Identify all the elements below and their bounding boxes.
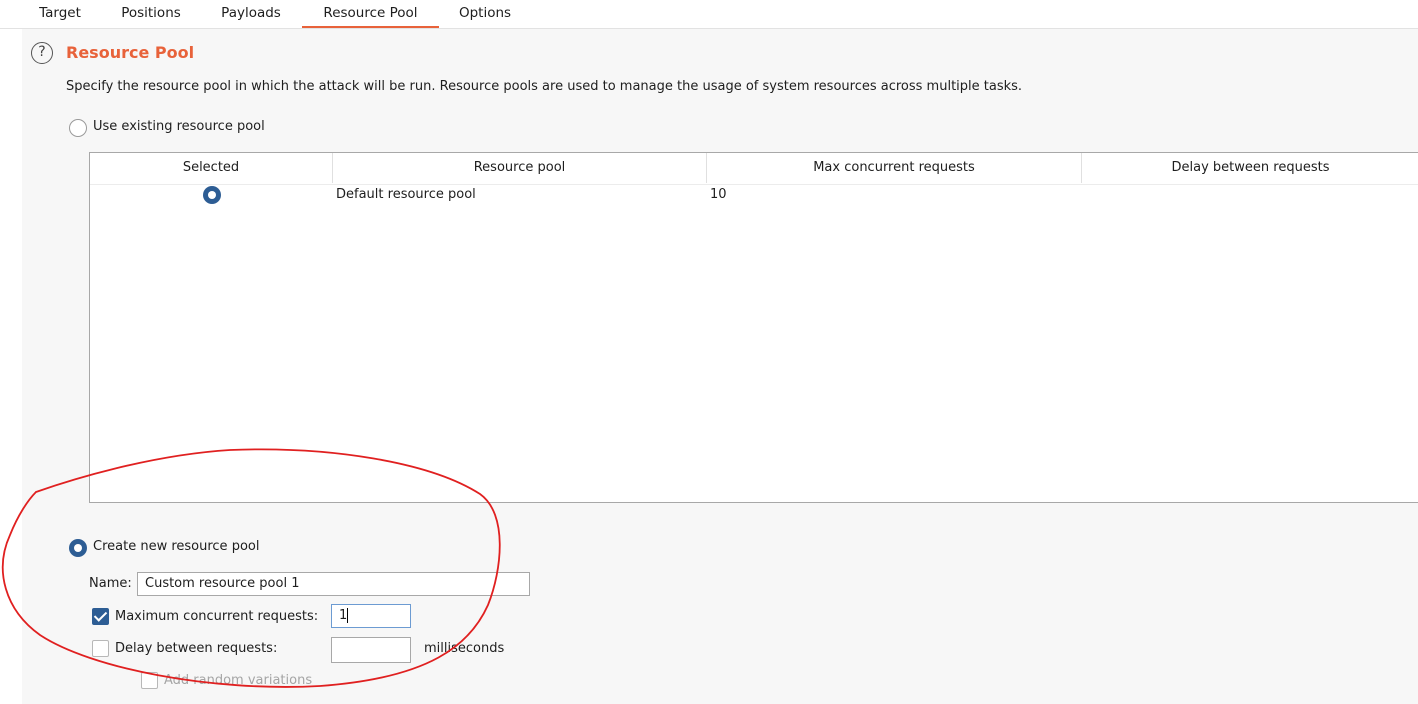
create-new-pool-label: Create new resource pool <box>93 539 260 554</box>
help-icon[interactable]: ? <box>31 42 53 64</box>
name-label: Name: <box>89 576 132 591</box>
column-header-resource-pool[interactable]: Resource pool <box>333 153 707 183</box>
table-header: Selected Resource pool Max concurrent re… <box>90 153 1418 185</box>
max-concurrent-checkbox[interactable] <box>92 608 109 625</box>
delay-checkbox[interactable] <box>92 640 109 657</box>
tab-payloads[interactable]: Payloads <box>204 0 298 28</box>
use-existing-pool-radio[interactable] <box>69 119 87 137</box>
column-header-selected[interactable]: Selected <box>90 153 333 183</box>
pool-name-value: Custom resource pool 1 <box>145 576 300 591</box>
tab-bar: Target Positions Payloads Resource Pool … <box>0 0 1418 29</box>
delay-input[interactable] <box>331 637 411 663</box>
max-concurrent-input[interactable]: 1 <box>331 604 411 628</box>
resource-pool-table[interactable]: Selected Resource pool Max concurrent re… <box>89 152 1418 503</box>
row-selected-radio[interactable] <box>203 186 221 204</box>
pool-name-input[interactable]: Custom resource pool 1 <box>137 572 530 596</box>
cell-max-concurrent: 10 <box>710 187 727 202</box>
column-header-max-concurrent[interactable]: Max concurrent requests <box>707 153 1082 183</box>
max-concurrent-label: Maximum concurrent requests: <box>115 609 319 624</box>
tab-positions[interactable]: Positions <box>105 0 197 28</box>
tab-options[interactable]: Options <box>444 0 526 28</box>
delay-label: Delay between requests: <box>115 641 278 656</box>
text-caret <box>347 608 349 623</box>
tab-resource-pool[interactable]: Resource Pool <box>302 0 439 28</box>
cell-resource-pool: Default resource pool <box>336 187 476 202</box>
random-variations-checkbox[interactable] <box>141 672 158 689</box>
max-concurrent-value: 1 <box>339 608 348 623</box>
section-description: Specify the resource pool in which the a… <box>66 79 1023 94</box>
section-title: Resource Pool <box>66 43 195 62</box>
use-existing-pool-label: Use existing resource pool <box>93 119 265 134</box>
delay-unit-label: milliseconds <box>424 641 505 656</box>
tab-target[interactable]: Target <box>22 0 98 28</box>
create-new-pool-radio[interactable] <box>69 539 87 557</box>
column-header-delay[interactable]: Delay between requests <box>1082 153 1418 183</box>
random-variations-label: Add random variations <box>164 673 313 688</box>
